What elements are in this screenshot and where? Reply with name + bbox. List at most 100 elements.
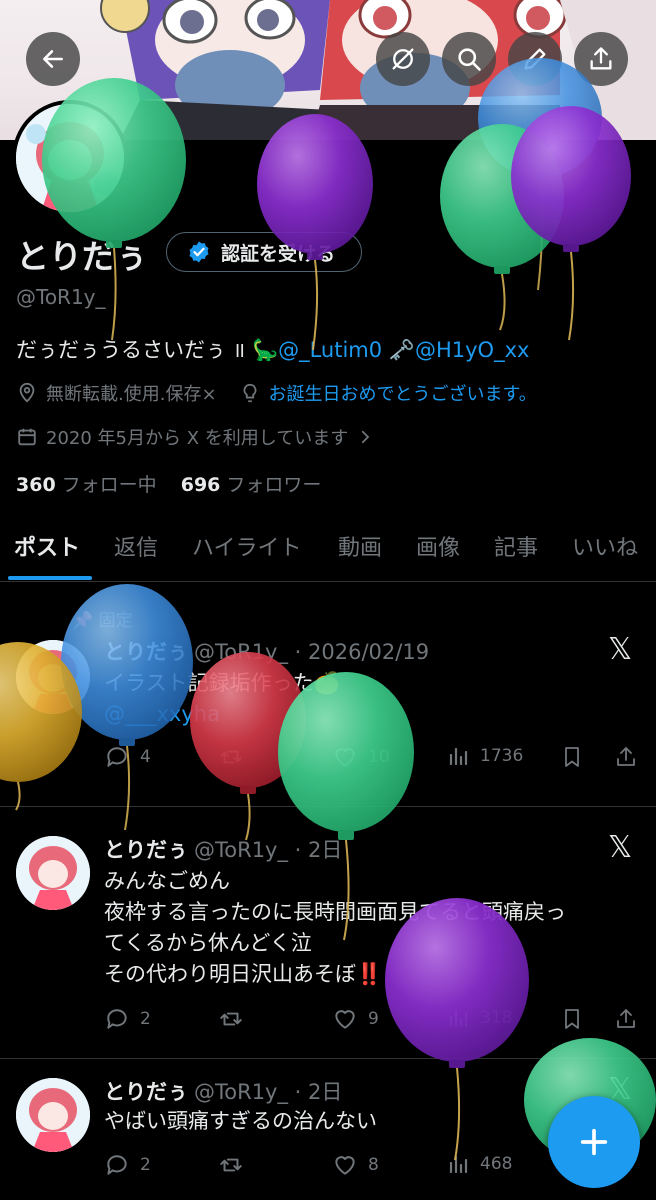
like-button[interactable]: 9 bbox=[332, 1006, 379, 1032]
balloon-green bbox=[440, 124, 564, 331]
compose-post-button[interactable] bbox=[548, 1096, 640, 1188]
post-actions: 2 9 318 bbox=[104, 1006, 644, 1036]
post-avatar[interactable] bbox=[16, 640, 90, 714]
like-icon bbox=[335, 1010, 355, 1029]
reply-button[interactable]: 2 bbox=[104, 1152, 151, 1178]
views-icon bbox=[449, 747, 468, 766]
x-grok-icon[interactable]: 𝕏 bbox=[608, 632, 632, 667]
avatar-illustration bbox=[16, 104, 124, 212]
followers-label: フォロワー bbox=[226, 474, 322, 496]
following-label: フォロー中 bbox=[61, 474, 157, 496]
get-verified-label: 認証を受ける bbox=[221, 242, 336, 265]
views-icon bbox=[449, 1009, 468, 1028]
share-button[interactable] bbox=[614, 744, 638, 770]
tab-replies[interactable]: 返信 bbox=[114, 530, 158, 562]
key-emoji-icon: 🗝️ bbox=[388, 338, 415, 362]
back-button[interactable] bbox=[26, 32, 80, 86]
retweet-button[interactable] bbox=[218, 744, 244, 770]
post-body: やばい頭痛すぎるの治んない bbox=[104, 1106, 377, 1137]
retweet-button[interactable] bbox=[218, 1006, 244, 1032]
active-tab-indicator bbox=[8, 576, 92, 580]
following-count: 360 bbox=[16, 474, 56, 496]
tab-articles[interactable]: 記事 bbox=[494, 530, 538, 562]
views-button[interactable]: 1736 bbox=[446, 744, 523, 768]
post-handle-time: @ToR1y_ · 2026/02/19 bbox=[194, 640, 430, 664]
retweet-icon bbox=[220, 1012, 242, 1026]
tab-highlights[interactable]: ハイライト bbox=[192, 530, 302, 562]
dinosaur-emoji-icon: 🦕 bbox=[251, 338, 279, 362]
profile-tabs: ポスト 返信 ハイライト 動画 画像 記事 いいね bbox=[0, 512, 656, 582]
post-body: みんなごめん 夜枠する言ったのに長時間画面見てると頭痛戻っ てくるから休んどく泣… bbox=[104, 866, 566, 990]
post-line: みんなごめん bbox=[104, 869, 230, 893]
post-header: とりだぅ @ToR1y_ · 2026/02/19 bbox=[104, 636, 429, 666]
post-mention-link[interactable]: @___xxyha bbox=[104, 699, 340, 730]
post-handle-time: @ToR1y_ · 2日 bbox=[194, 1080, 343, 1104]
like-button[interactable]: 10 bbox=[332, 744, 390, 770]
x-grok-icon[interactable]: 𝕏 bbox=[608, 830, 632, 865]
views-icon bbox=[449, 1155, 468, 1174]
follow-stats: 360 フォロー中 696 フォロワー bbox=[16, 470, 321, 497]
location-pin-icon bbox=[19, 382, 35, 403]
retweet-icon bbox=[220, 750, 242, 764]
pinned-label: 固定 bbox=[98, 611, 133, 631]
bio-mention-h1yo[interactable]: @H1yO_xx bbox=[415, 338, 529, 362]
views-count: 468 bbox=[480, 1154, 513, 1174]
balloon-purple bbox=[511, 106, 631, 341]
following-link[interactable]: 360 フォロー中 bbox=[16, 474, 157, 496]
views-count: 1736 bbox=[480, 746, 524, 766]
reply-count: 2 bbox=[140, 1009, 151, 1029]
like-count: 8 bbox=[368, 1155, 379, 1175]
followers-link[interactable]: 696 フォロワー bbox=[181, 474, 322, 496]
bookmark-button[interactable] bbox=[560, 1006, 584, 1032]
tab-videos[interactable]: 動画 bbox=[338, 530, 382, 562]
retweet-icon bbox=[220, 1158, 242, 1172]
bio-mention-lutim0[interactable]: @_Lutim0 bbox=[278, 338, 382, 362]
share-button[interactable] bbox=[614, 1006, 638, 1032]
share-profile-button[interactable] bbox=[574, 32, 628, 86]
reply-button[interactable]: 4 bbox=[104, 744, 151, 770]
followers-count: 696 bbox=[180, 474, 221, 496]
post-actions: 4 10 1736 bbox=[104, 744, 644, 774]
no-edit-icon bbox=[392, 48, 414, 70]
share-icon bbox=[617, 1009, 635, 1028]
reply-button[interactable]: 2 bbox=[104, 1006, 151, 1032]
post-header: とりだぅ @ToR1y_ · 2日 bbox=[104, 834, 342, 864]
profile-joined-row[interactable]: 2020 年5月から X を利用しています bbox=[16, 424, 374, 450]
share-icon bbox=[590, 47, 612, 70]
post-line: てくるから休んどく泣 bbox=[104, 931, 312, 955]
tab-likes[interactable]: いいね bbox=[572, 530, 638, 562]
post-author-name[interactable]: とりだぅ bbox=[104, 640, 188, 664]
joined-date: 2020 年5月から X を利用しています bbox=[46, 428, 349, 449]
post-author-name[interactable]: とりだぅ bbox=[104, 1080, 188, 1104]
post-line: やばい頭痛すぎるの治んない bbox=[104, 1109, 377, 1133]
get-verified-button[interactable]: 認証を受ける bbox=[166, 232, 362, 272]
post-line: その代わり明日沢山あそぼ‼️ bbox=[104, 962, 383, 986]
views-count: 318 bbox=[480, 1008, 513, 1028]
profile-website-link[interactable]: お誕生日おめでとうございます。 bbox=[269, 380, 537, 406]
like-button[interactable]: 8 bbox=[332, 1152, 379, 1178]
post-avatar[interactable] bbox=[16, 836, 90, 910]
no-edit-button[interactable] bbox=[376, 32, 430, 86]
display-name: とりだぅ bbox=[16, 237, 148, 276]
tab-photos[interactable]: 画像 bbox=[416, 530, 460, 562]
profile-avatar[interactable] bbox=[12, 100, 128, 216]
retweet-button[interactable] bbox=[218, 1152, 244, 1178]
edit-button[interactable] bbox=[508, 32, 562, 86]
post-divider bbox=[0, 806, 656, 807]
profile-handle: @ToR1y_ bbox=[16, 285, 106, 309]
bookmark-icon bbox=[565, 747, 579, 767]
post-line: 夜枠する言ったのに長時間画面見てると頭痛戻っ bbox=[104, 900, 566, 924]
post-avatar[interactable] bbox=[16, 1078, 90, 1152]
bookmark-button[interactable] bbox=[560, 744, 584, 770]
search-button[interactable] bbox=[442, 32, 496, 86]
views-button[interactable]: 468 bbox=[446, 1152, 512, 1176]
views-button[interactable]: 318 bbox=[446, 1006, 512, 1030]
profile-location-row: 無断転載.使用.保存× お誕生日おめでとうございます。 bbox=[16, 380, 537, 406]
reply-icon bbox=[107, 747, 127, 767]
pinned-indicator: 📌 固定 bbox=[72, 606, 133, 631]
tab-posts[interactable]: ポスト bbox=[14, 530, 80, 562]
like-icon bbox=[335, 1156, 355, 1175]
post-handle-time: @ToR1y_ · 2日 bbox=[194, 838, 343, 862]
avatar-illustration bbox=[16, 836, 90, 910]
post-author-name[interactable]: とりだぅ bbox=[104, 838, 188, 862]
